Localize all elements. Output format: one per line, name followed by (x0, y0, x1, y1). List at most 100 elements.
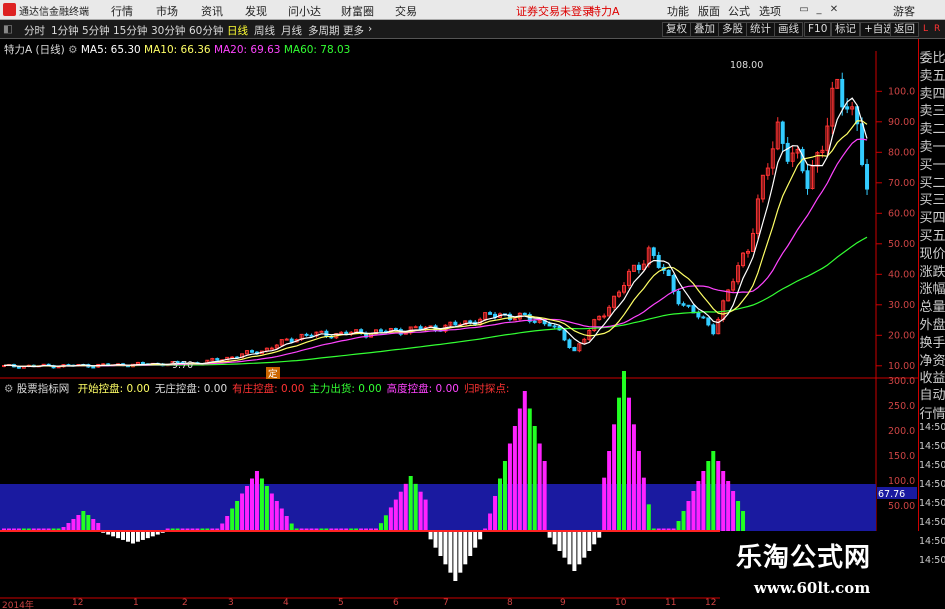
indicator-bar (711, 451, 716, 531)
period-daily[interactable]: 日线 (227, 23, 248, 38)
period-60min[interactable]: 60分钟 (189, 23, 223, 38)
menu-exchange[interactable]: 市场 (156, 3, 178, 19)
side-item-lower[interactable]: 14:50 (919, 498, 945, 509)
menu-wealth[interactable]: 财富圈 (341, 3, 374, 19)
btn-multi-stock[interactable]: 多股 (718, 22, 747, 37)
indicator-bar (736, 501, 741, 531)
app-name: 通达信金融终端 (19, 7, 89, 18)
menu-news[interactable]: 资讯 (201, 3, 223, 19)
indicator-bar (522, 391, 527, 531)
btn-adjust[interactable]: 复权 (662, 22, 691, 37)
side-item-lower[interactable]: 14:50 (919, 460, 945, 471)
period-tick[interactable]: 分时 (24, 23, 45, 38)
side-item[interactable]: 涨幅 (919, 278, 945, 297)
indicator-bar (81, 511, 86, 531)
side-item[interactable]: 净资 (919, 350, 945, 369)
side-item[interactable]: 卖五 (919, 65, 945, 84)
restore-icon[interactable]: ▭ (797, 3, 811, 16)
btn-overlay[interactable]: 叠加 (690, 22, 719, 37)
indicator-bar (448, 531, 453, 573)
watermark: 乐淘公式网 www.60lt.com (720, 531, 920, 609)
indicator-bar (423, 499, 428, 531)
side-item-lower[interactable]: 14:50 (919, 517, 945, 528)
candle-body (636, 264, 641, 271)
side-item[interactable]: 现价 (919, 243, 945, 262)
menu-formula[interactable]: 公式 (728, 3, 750, 19)
indicator-bar (398, 491, 403, 531)
btn-f10[interactable]: F10 (804, 22, 832, 37)
side-item-lower[interactable]: 14:50 (919, 555, 945, 566)
period-30min[interactable]: 30分钟 (151, 23, 185, 38)
side-item-lower[interactable]: 行情 (919, 403, 945, 422)
side-item[interactable]: 委比 (919, 47, 945, 66)
indicator-bar (537, 443, 542, 531)
minimize-icon[interactable]: _ (812, 3, 826, 16)
indicator-bar (433, 531, 438, 548)
indicator-bar (96, 523, 101, 531)
x-axis-label: 12 (72, 598, 84, 608)
menu-discover[interactable]: 发现 (245, 3, 267, 19)
guest-label[interactable]: 游客 (893, 3, 915, 19)
side-item[interactable]: 买一 (919, 154, 945, 173)
side-item[interactable]: 卖四 (919, 83, 945, 102)
side-item[interactable]: 卖一 (919, 136, 945, 155)
side-item[interactable]: 涨跌 (919, 261, 945, 280)
period-multi[interactable]: 多周期 (308, 23, 340, 38)
side-item[interactable]: 卖二 (919, 118, 945, 137)
side-item-lower[interactable]: 14:50 (919, 422, 945, 433)
indicator-bar (582, 531, 587, 558)
menu-function[interactable]: 功能 (667, 3, 689, 19)
indicator-bar (145, 531, 150, 539)
period-weekly[interactable]: 周线 (254, 23, 275, 38)
side-item[interactable]: 买二 (919, 172, 945, 191)
side-item[interactable]: 买四 (919, 207, 945, 226)
side-item[interactable]: 换手 (919, 332, 945, 351)
indicator-bar (284, 516, 289, 531)
marker-label: 定 (268, 368, 278, 380)
side-item[interactable]: 卖三 (919, 100, 945, 119)
menu-trade[interactable]: 交易 (395, 3, 417, 19)
indicator-bar (731, 491, 736, 531)
chart-area[interactable]: 100.0 90.00 80.00 70.00 60.00 50.00 40.00 30.00… (0, 39, 918, 609)
x-axis-label: 6 (393, 598, 399, 608)
side-item[interactable]: 买五 (919, 225, 945, 244)
btn-draw[interactable]: 画线 (774, 22, 803, 37)
menu-layout[interactable]: 版面 (698, 3, 720, 19)
login-warning[interactable]: 证券交易未登录 (516, 3, 593, 19)
candle-body (552, 325, 557, 328)
indicator-bar (721, 471, 726, 531)
indicator-bar (458, 531, 463, 573)
collapse-icon[interactable]: ◧ (3, 23, 13, 35)
more-chevron-icon[interactable]: › (368, 23, 372, 35)
indicator-bar (498, 478, 502, 531)
side-item-lower[interactable]: 14:50 (919, 479, 945, 490)
candle-body (686, 304, 691, 307)
close-icon[interactable]: ✕ (827, 3, 841, 16)
indicator-bar (86, 515, 91, 531)
menu-ask[interactable]: 问小达 (288, 3, 321, 19)
indicator-bar (438, 531, 443, 556)
side-item[interactable]: 总量 (919, 296, 945, 315)
period-more[interactable]: 更多 (343, 23, 364, 38)
period-5min[interactable]: 5分钟 (82, 23, 110, 38)
period-1min[interactable]: 1分钟 (51, 23, 79, 38)
btn-stats[interactable]: 统计 (746, 22, 775, 37)
side-marker-l[interactable]: L (923, 24, 928, 34)
x-axis-label: 4 (283, 598, 289, 608)
menu-options[interactable]: 选项 (759, 3, 781, 19)
side-item[interactable]: 买三 (919, 189, 945, 208)
side-marker-r[interactable]: R (934, 24, 940, 34)
side-item-lower[interactable]: 自动 (919, 384, 945, 403)
side-item-lower[interactable]: 14:50 (919, 441, 945, 452)
price-axis-label: 60.00 (888, 208, 915, 219)
period-monthly[interactable]: 月线 (281, 23, 302, 38)
btn-mark[interactable]: 标记 (831, 22, 860, 37)
btn-back[interactable]: 返回 (890, 22, 919, 37)
period-15min[interactable]: 15分钟 (113, 23, 147, 38)
side-item-lower[interactable]: 14:50 (919, 536, 945, 547)
menu-market[interactable]: 行情 (111, 3, 133, 19)
side-item[interactable]: 外盘 (919, 314, 945, 333)
indicator-bar (493, 496, 498, 531)
indicator-bar (269, 493, 274, 531)
indicator-settings-icon[interactable]: ⚙ (4, 383, 13, 395)
